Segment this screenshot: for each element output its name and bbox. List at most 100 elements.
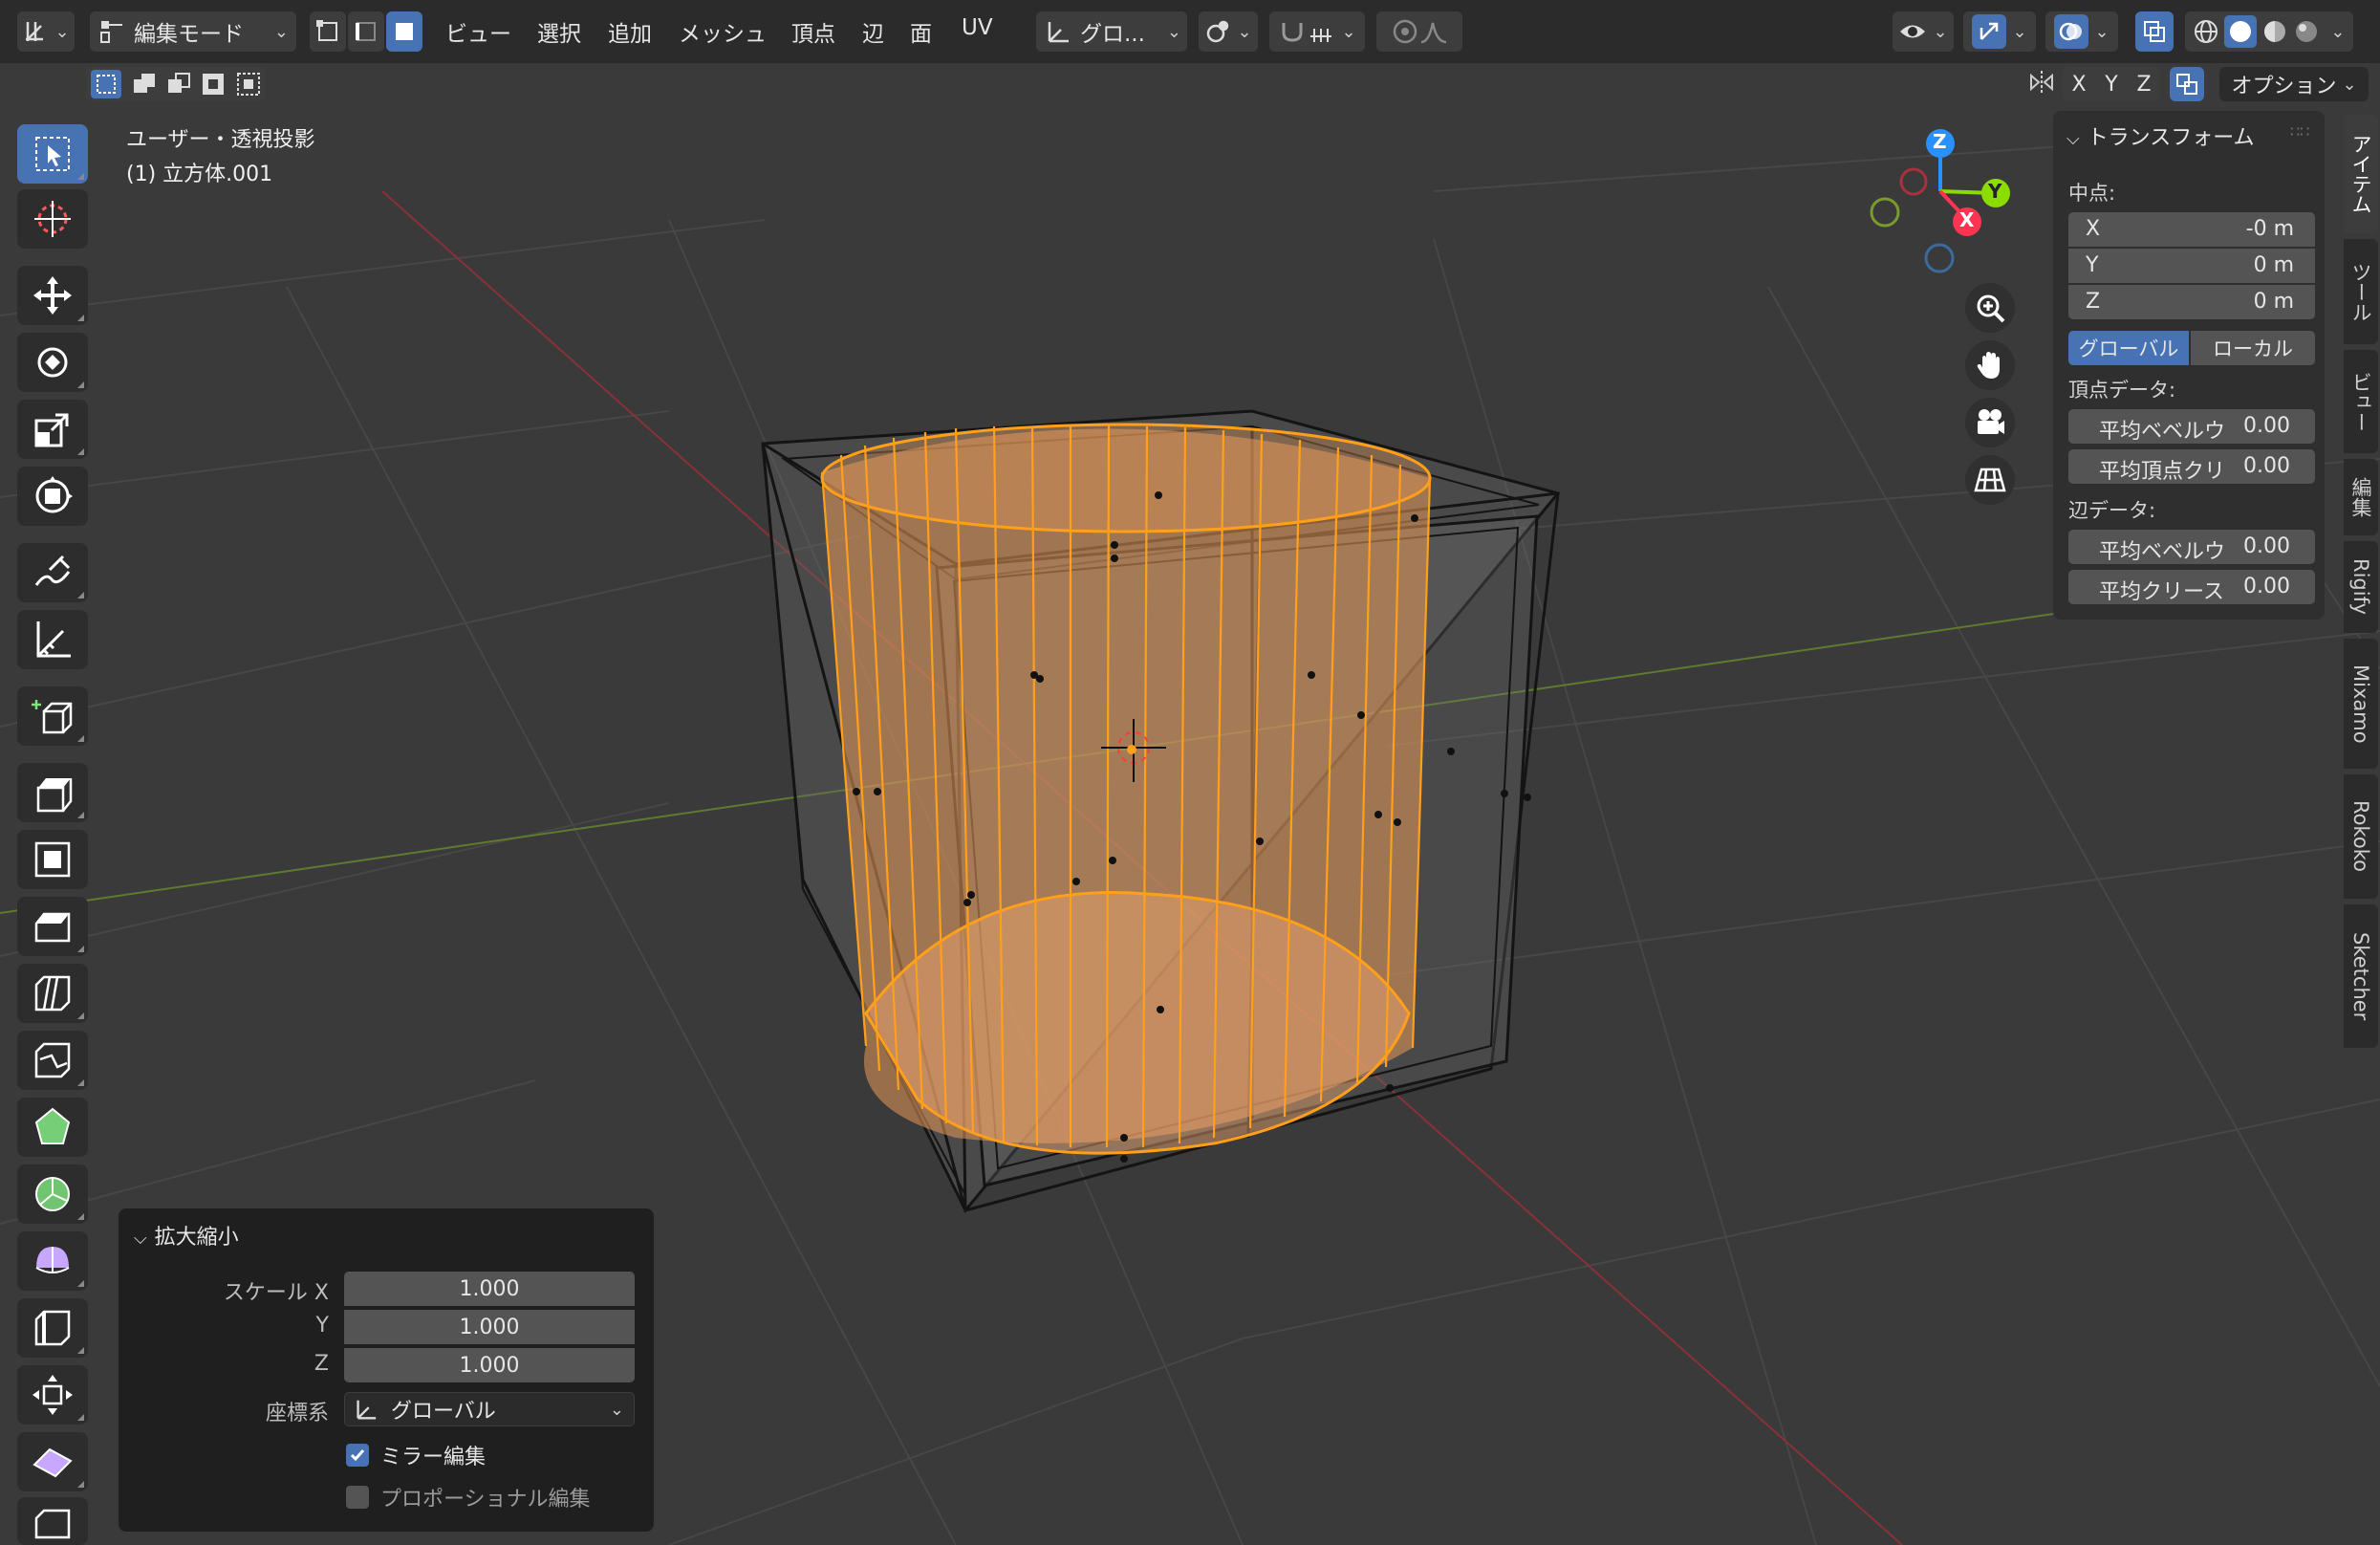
proportional-edit-checkbox[interactable] — [346, 1486, 369, 1509]
proportional-edit-checkbox-row[interactable]: プロポーショナル編集 — [346, 1482, 591, 1512]
menu-add[interactable]: 追加 — [608, 15, 652, 48]
mirror-edit-checkbox-row[interactable]: ミラー編集 — [346, 1440, 486, 1470]
tab-rokoko[interactable]: Rokoko — [2344, 774, 2378, 899]
vertex-crease-field[interactable]: 平均頂点クリ 0.00 — [2068, 449, 2315, 484]
tab-rigify[interactable]: Rigify — [2344, 541, 2378, 633]
operator-panel-header[interactable]: ⌵ 拡大縮小 — [134, 1220, 239, 1251]
rendered-shading-icon[interactable] — [2293, 18, 2320, 45]
mirror-y-button[interactable]: Y — [2095, 67, 2128, 101]
options-dropdown[interactable]: オプション ⌄ — [2219, 67, 2369, 101]
global-toggle-button[interactable]: グローバル — [2068, 331, 2189, 365]
select-invert-icon[interactable] — [201, 72, 226, 97]
vertex-bevel-weight-field[interactable]: 平均ベベルウ 0.00 — [2068, 409, 2315, 444]
add-cube-tool[interactable] — [17, 686, 88, 746]
measure-tool[interactable] — [17, 610, 88, 669]
tab-tool[interactable]: ツール — [2344, 239, 2378, 344]
mirror-edit-checkbox[interactable] — [346, 1444, 369, 1467]
cylinder-mesh-selected[interactable] — [820, 423, 1432, 1155]
overlays-toggle[interactable]: ⌄ — [2045, 11, 2118, 52]
visibility-dropdown[interactable]: ⌄ — [1893, 11, 1954, 52]
zoom-icon[interactable] — [1965, 283, 2015, 333]
smooth-tool[interactable] — [17, 1231, 88, 1291]
spin-tool[interactable] — [17, 1164, 88, 1224]
proportional-editing-controls[interactable] — [1376, 11, 1462, 52]
shading-modes[interactable]: ⌄ — [2185, 11, 2353, 52]
select-intersect-icon[interactable] — [236, 72, 261, 97]
tab-edit[interactable]: 編集 — [2344, 459, 2378, 535]
perspective-toggle-icon[interactable] — [1965, 455, 2015, 505]
gizmo-toggle[interactable]: ⌄ — [1963, 11, 2036, 52]
xray-icon — [2144, 21, 2165, 42]
annotate-tool[interactable] — [17, 543, 88, 602]
drag-handle-icon[interactable]: ∷∷ — [2290, 122, 2309, 141]
menu-face[interactable]: 面 — [910, 15, 932, 48]
select-new-button[interactable] — [91, 70, 122, 98]
tab-sketcher[interactable]: Sketcher — [2344, 904, 2378, 1048]
local-toggle-button[interactable]: ローカル — [2191, 331, 2315, 365]
edge-bevel-weight-field[interactable]: 平均ベベルウ 0.00 — [2068, 530, 2315, 564]
cursor-tool[interactable] — [17, 189, 88, 249]
mode-dropdown[interactable]: 編集モード ⌄ — [90, 11, 296, 52]
pan-hand-icon[interactable] — [1965, 340, 2015, 390]
checkmark-icon — [350, 1449, 365, 1462]
xray-toggle[interactable] — [2135, 11, 2174, 52]
solid-shading-icon[interactable] — [2228, 19, 2253, 44]
menu-uv[interactable]: UV — [962, 15, 993, 40]
mirror-x-button[interactable]: X — [2063, 67, 2095, 101]
vertex-select-button[interactable] — [310, 11, 346, 52]
bevel-tool[interactable] — [17, 897, 88, 956]
select-extend-icon[interactable] — [132, 72, 157, 97]
auto-merge-toggle[interactable] — [2170, 67, 2204, 101]
transform-orientation-dropdown[interactable]: グロ... ⌄ — [1036, 11, 1187, 52]
wireframe-shading-icon[interactable] — [2193, 18, 2219, 45]
loop-cut-tool[interactable] — [17, 964, 88, 1023]
inset-tool[interactable] — [17, 830, 88, 889]
menu-view[interactable]: ビュー — [445, 15, 511, 48]
orientation-label: 座標系 — [265, 1402, 329, 1425]
median-z-field[interactable]: Z 0 m — [2068, 285, 2315, 319]
select-subtract-icon[interactable] — [166, 72, 191, 97]
tab-mixamo[interactable]: Mixamo — [2344, 639, 2378, 769]
shrink-fatten-tool[interactable] — [17, 1365, 88, 1425]
camera-view-icon[interactable] — [1965, 398, 2015, 447]
transform-section-header[interactable]: ⌵ トランスフォーム — [2066, 120, 2255, 151]
pivot-point-dropdown[interactable]: ⌄ — [1199, 11, 1258, 52]
menu-edge[interactable]: 辺 — [862, 15, 884, 48]
median-x-value: -0 m — [2245, 217, 2294, 241]
shear-tool[interactable] — [17, 1432, 88, 1491]
scale-y-field[interactable]: 1.000 — [344, 1310, 635, 1344]
move-tool[interactable] — [17, 266, 88, 325]
edge-select-button[interactable] — [348, 11, 384, 52]
editor-type-button[interactable]: ⌄ — [17, 11, 75, 52]
edge-slide-tool[interactable] — [17, 1298, 88, 1358]
grid-axes-icon — [26, 22, 44, 41]
material-shading-icon[interactable] — [2261, 18, 2288, 45]
menu-vertex[interactable]: 頂点 — [791, 15, 835, 48]
scale-z-field[interactable]: 1.000 — [344, 1348, 635, 1382]
poly-build-icon — [34, 1107, 71, 1144]
scale-tool[interactable] — [17, 400, 88, 459]
extrude-tool[interactable] — [17, 763, 88, 822]
select-box-tool[interactable] — [17, 124, 88, 184]
snap-controls[interactable]: ⌄ — [1269, 11, 1365, 52]
tab-view[interactable]: ビュー — [2344, 350, 2378, 453]
median-x-field[interactable]: X -0 m — [2068, 212, 2315, 247]
face-select-button[interactable] — [386, 11, 422, 52]
menu-select[interactable]: 選択 — [537, 15, 581, 48]
knife-tool[interactable] — [17, 1031, 88, 1090]
scale-y-label: Y — [315, 1314, 329, 1338]
edge-crease-field[interactable]: 平均クリース 0.00 — [2068, 570, 2315, 604]
mirror-z-button[interactable]: Z — [2128, 67, 2160, 101]
median-y-field[interactable]: Y 0 m — [2068, 249, 2315, 283]
scale-x-field[interactable]: 1.000 — [344, 1272, 635, 1306]
rip-region-tool[interactable] — [17, 1497, 88, 1545]
orientation-dropdown[interactable]: グローバル ⌄ — [344, 1392, 635, 1426]
transform-orientation-label: グロ... — [1080, 22, 1145, 47]
rotate-tool[interactable] — [17, 333, 88, 392]
tab-item[interactable]: アイテム — [2344, 115, 2378, 233]
poly-build-tool[interactable] — [17, 1098, 88, 1157]
transform-tool[interactable] — [17, 467, 88, 526]
menu-mesh[interactable]: メッシュ — [679, 15, 767, 48]
mirror-edit-label: ミラー編集 — [380, 1446, 487, 1469]
loop-cut-icon — [34, 975, 71, 1012]
